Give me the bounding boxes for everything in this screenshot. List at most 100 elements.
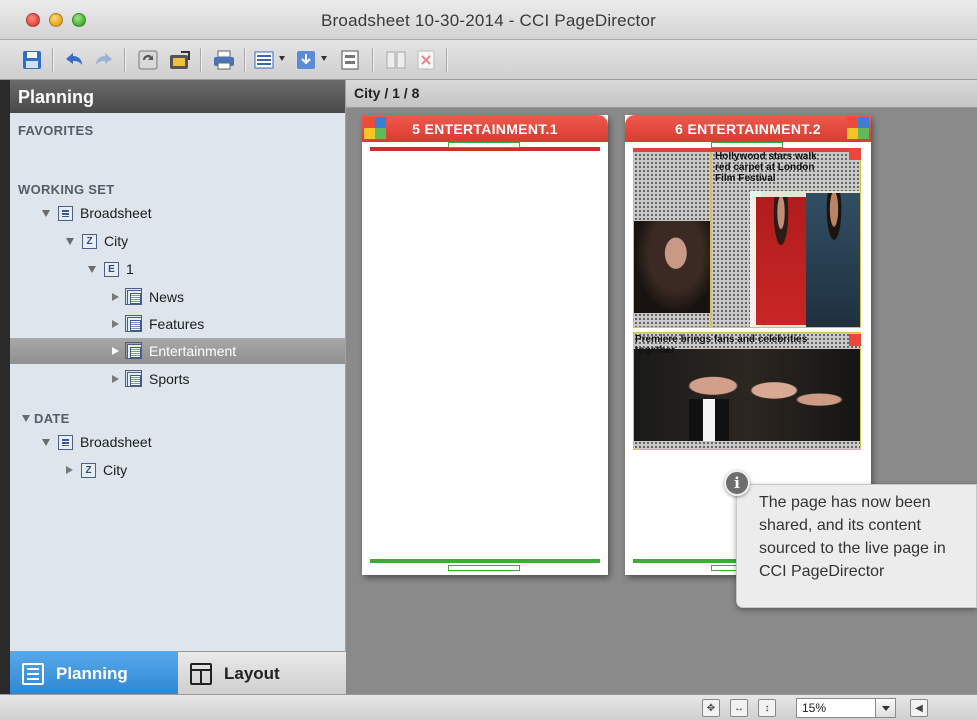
- redo-icon: [96, 53, 112, 65]
- article-headline: Premiere brings fans and celebrities tog…: [635, 334, 808, 356]
- chevron-down-icon[interactable]: [875, 699, 895, 717]
- list-view-dropdown-icon[interactable]: [279, 56, 285, 61]
- tree-item-1[interactable]: E 1: [10, 256, 345, 282]
- tree-item-news[interactable]: News: [10, 284, 345, 310]
- tree-item-label: News: [149, 289, 185, 305]
- tree-item-label: 1: [126, 261, 134, 277]
- import-dropdown-icon[interactable]: [321, 56, 327, 61]
- fit-page-button[interactable]: ✥: [702, 699, 720, 717]
- publication-icon: [58, 434, 73, 450]
- undo-icon: [66, 53, 82, 65]
- page-status-icon: [364, 117, 386, 139]
- info-icon: i: [724, 470, 750, 496]
- print-icon: [214, 50, 234, 70]
- tree-item-date-city[interactable]: Z City: [10, 457, 345, 483]
- page-label-tab[interactable]: 5 ENTERTAINMENT.1: [362, 115, 608, 142]
- section-icon: [125, 314, 142, 332]
- disclosure-open-icon[interactable]: [88, 265, 96, 273]
- tree-item-city[interactable]: Z City: [10, 228, 345, 254]
- layout-icon: [190, 662, 212, 685]
- disclosure-open-icon[interactable]: [66, 237, 74, 245]
- disclosure-open-icon[interactable]: [42, 209, 50, 217]
- window-title: Broadsheet 10-30-2014 - CCI PageDirector: [321, 11, 656, 30]
- delete-icon: [417, 50, 435, 70]
- page-view-button[interactable]: [338, 49, 362, 71]
- publication-icon: [58, 205, 73, 221]
- page-guide-marker: [448, 565, 520, 571]
- toolbar: [0, 40, 977, 80]
- page-thumbnail-left[interactable]: 5 ENTERTAINMENT.1: [362, 115, 608, 575]
- date-label: DATE: [34, 410, 70, 426]
- columns-icon: [386, 51, 406, 69]
- export-icon: [170, 51, 190, 69]
- fit-page-icon: ✥: [706, 702, 716, 714]
- page-view-icon: [341, 50, 359, 70]
- tree-item-label: Features: [149, 316, 205, 332]
- undo-button[interactable]: [62, 49, 86, 71]
- tab-planning-label: Planning: [56, 663, 128, 683]
- page-label-tab[interactable]: 6 ENTERTAINMENT.2: [625, 115, 871, 142]
- page-guide-bottom: [370, 559, 600, 563]
- section-icon: [125, 287, 142, 305]
- status-bar: ✥ ↔ ↕ 15% ◀: [0, 694, 977, 720]
- disclosure-closed-icon[interactable]: [112, 293, 119, 301]
- tab-layout[interactable]: Layout: [178, 652, 346, 695]
- zoom-select[interactable]: 15%: [796, 698, 896, 718]
- delete-page-button[interactable]: [414, 49, 438, 71]
- refresh-button[interactable]: [136, 49, 160, 71]
- fit-width-button[interactable]: ↔: [730, 699, 748, 717]
- book-icon: E: [104, 261, 119, 277]
- panel-left-icon: ◀: [915, 702, 923, 714]
- tree-item-features[interactable]: Features: [10, 311, 345, 337]
- info-callout-text: The page has now been shared, and its co…: [759, 494, 946, 580]
- fit-width-icon: ↔: [734, 702, 744, 714]
- refresh-icon: [138, 50, 158, 70]
- zoom-value: 15%: [802, 701, 827, 715]
- tab-layout-label: Layout: [224, 663, 280, 683]
- export-button[interactable]: [168, 49, 192, 71]
- import-button[interactable]: [294, 49, 318, 71]
- sidebar: Planning FAVORITES WORKING SET Broadshee…: [10, 80, 346, 695]
- disclosure-closed-icon[interactable]: [112, 347, 119, 355]
- title-bar: Broadsheet 10-30-2014 - CCI PageDirector: [0, 0, 977, 40]
- tree-item-label: Entertainment: [149, 343, 237, 359]
- planning-list-icon: [22, 662, 44, 685]
- disclosure-open-icon[interactable]: [42, 438, 50, 446]
- article-text-block[interactable]: [633, 148, 711, 328]
- fit-height-button[interactable]: ↕: [758, 699, 776, 717]
- list-view-icon: [254, 51, 274, 69]
- sidebar-tabs: Planning Layout: [10, 651, 346, 695]
- article-headline: Hollywood stars walk red carpet at Londo…: [715, 151, 817, 184]
- redo-button[interactable]: [92, 49, 116, 71]
- disclosure-closed-icon[interactable]: [112, 375, 119, 383]
- tree-section-date[interactable]: DATE: [10, 405, 345, 431]
- save-icon: [23, 51, 41, 69]
- tree-item-entertainment[interactable]: Entertainment: [10, 338, 345, 364]
- tree-item-broadsheet[interactable]: Broadsheet: [10, 200, 345, 226]
- section-icon: [125, 369, 142, 387]
- tree-item-label: Broadsheet: [80, 205, 152, 221]
- tree-item-label: City: [104, 233, 129, 249]
- page-status-icon: [847, 117, 869, 139]
- print-button[interactable]: [212, 49, 236, 71]
- save-button[interactable]: [20, 49, 44, 71]
- columns-button[interactable]: [384, 49, 408, 71]
- toggle-panel-button[interactable]: ◀: [910, 699, 928, 717]
- disclosure-closed-icon[interactable]: [112, 320, 119, 328]
- page-guide-marker: [448, 142, 520, 148]
- tree-item-label: City: [103, 462, 128, 478]
- list-view-button[interactable]: [252, 49, 276, 71]
- disclosure-closed-icon[interactable]: [66, 466, 73, 474]
- edition-icon: Z: [81, 462, 96, 478]
- tree-item-date-broadsheet[interactable]: Broadsheet: [10, 429, 345, 455]
- working-set-label: WORKING SET: [18, 182, 115, 197]
- disclosure-open-icon[interactable]: [22, 414, 30, 422]
- tree-item-sports[interactable]: Sports: [10, 366, 345, 392]
- tree-item-label: Sports: [149, 371, 190, 387]
- section-icon: [125, 341, 142, 359]
- info-callout: The page has now been shared, and its co…: [736, 484, 977, 608]
- page-label: 5 ENTERTAINMENT.1: [412, 120, 558, 137]
- fit-height-icon: ↕: [764, 702, 770, 714]
- tree-item-label: Broadsheet: [80, 434, 152, 450]
- tab-planning[interactable]: Planning: [10, 652, 178, 695]
